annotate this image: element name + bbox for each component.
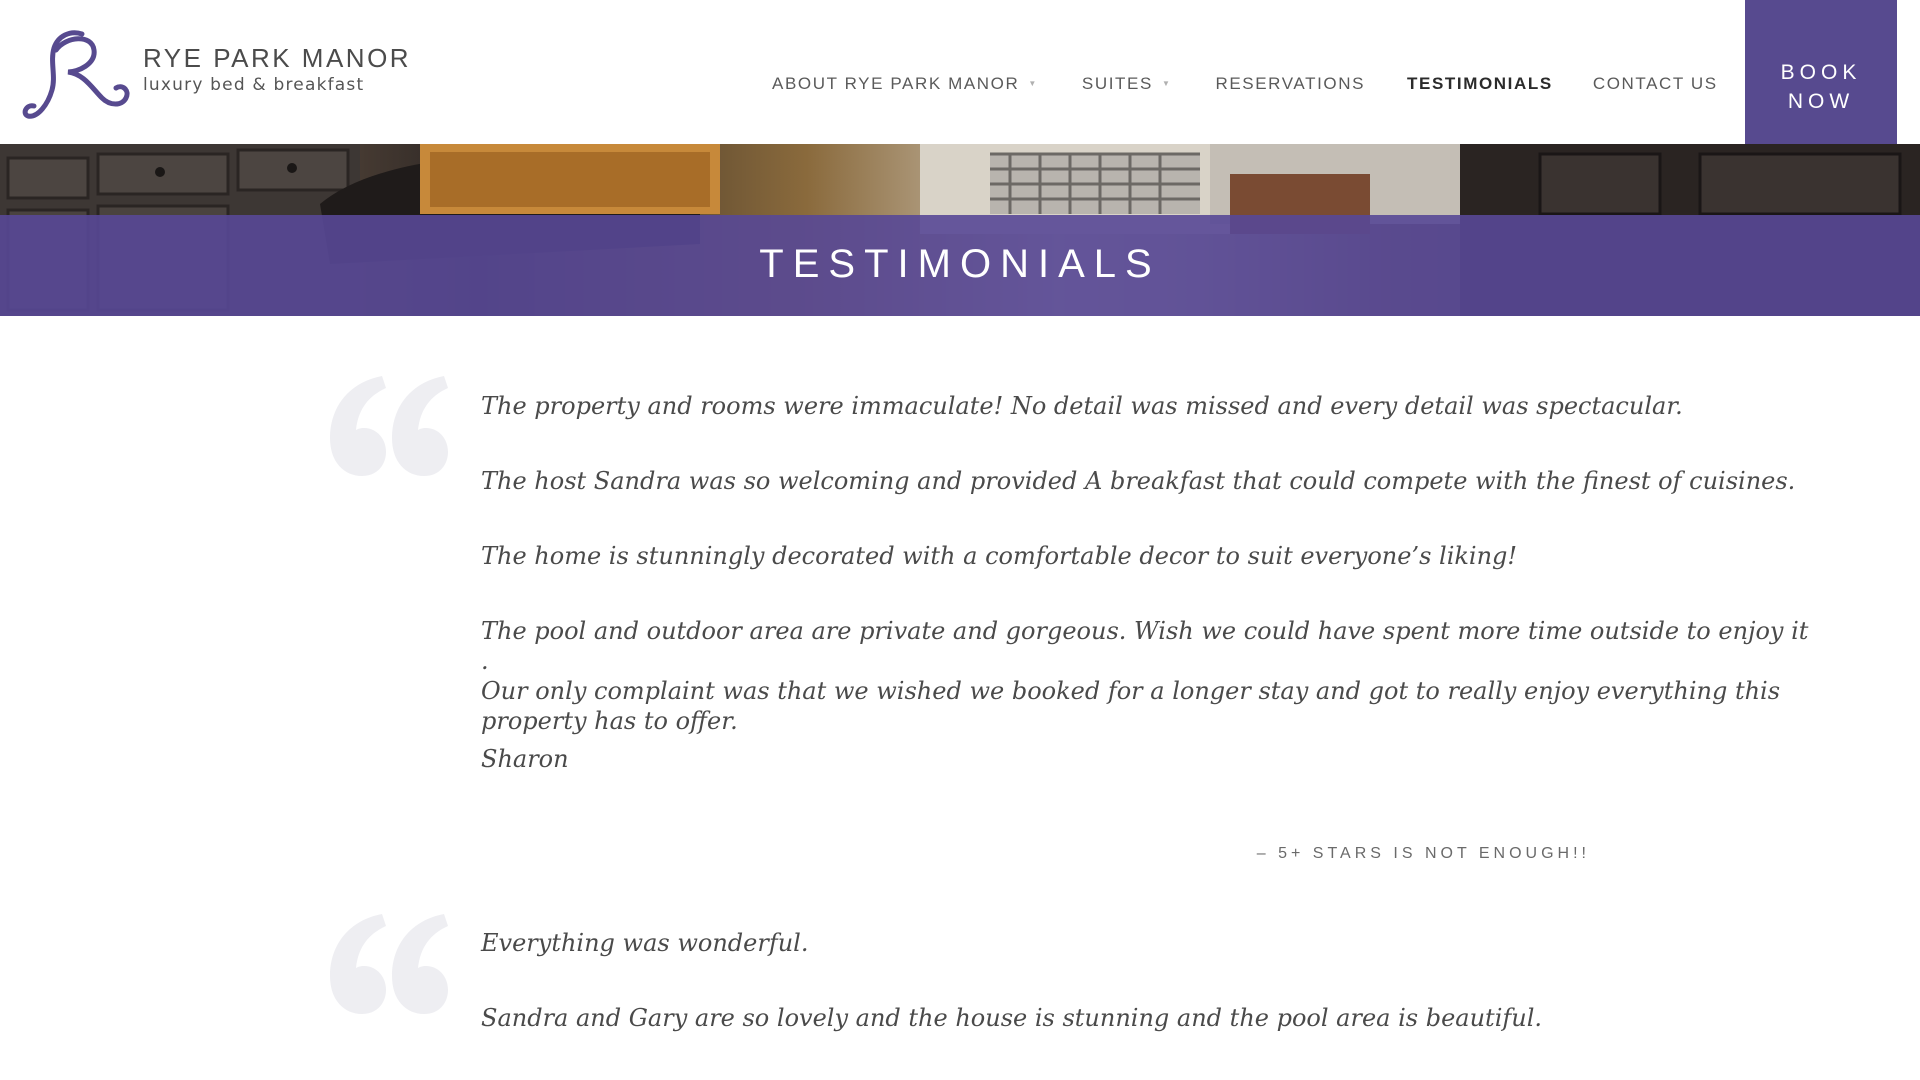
testimonial-line: The property and rooms were immaculate! …	[481, 392, 1683, 420]
nav-item-testimonials[interactable]: TESTIMONIALS	[1407, 74, 1553, 94]
quote-icon	[330, 376, 448, 476]
nav-item-contact[interactable]: CONTACT US	[1593, 74, 1718, 94]
testimonial-line: Sandra and Gary are so lovely and the ho…	[481, 1004, 1543, 1032]
page-banner: TESTIMONIALS	[0, 144, 1920, 316]
logo-monogram-icon	[22, 30, 130, 119]
book-now-label: BOOK NOW	[1745, 58, 1897, 116]
main-nav: ABOUT RYE PARK MANOR ▼ SUITES ▼ RESERVAT…	[772, 74, 1718, 94]
nav-item-reservations[interactable]: RESERVATIONS	[1215, 74, 1365, 94]
testimonial-author: Sharon	[481, 745, 569, 773]
nav-item-about[interactable]: ABOUT RYE PARK MANOR ▼	[772, 74, 1038, 94]
nav-item-about-label: ABOUT RYE PARK MANOR	[772, 74, 1020, 93]
testimonial-text: The property and rooms were immaculate! …	[481, 391, 1809, 774]
site-header: RYE PARK MANOR luxury bed & breakfast AB…	[0, 0, 1920, 192]
testimonial-attribution: – 5+ STARS IS NOT ENOUGH!!	[1256, 845, 1590, 862]
nav-item-suites[interactable]: SUITES ▼	[1082, 74, 1172, 94]
chevron-down-icon: ▼	[1161, 78, 1172, 88]
testimonial-line: The home is stunningly decorated with a …	[481, 542, 1518, 570]
book-now-line-1: BOOK	[1780, 61, 1862, 84]
testimonial-line: The pool and outdoor area are private an…	[481, 617, 1809, 645]
nav-item-testimonials-label: TESTIMONIALS	[1407, 74, 1553, 93]
testimonial-line: .	[481, 647, 489, 675]
testimonial-line: Everything was wonderful.	[481, 929, 809, 957]
brand-tagline: luxury bed & breakfast	[143, 75, 365, 95]
testimonial-line: The host Sandra was so welcoming and pro…	[481, 467, 1796, 495]
brand-name: RYE PARK MANOR	[143, 43, 412, 73]
testimonial-line: Our only complaint was that we wished we…	[481, 677, 1781, 705]
nav-item-suites-label: SUITES	[1081, 74, 1153, 93]
chevron-down-icon: ▼	[1028, 78, 1038, 88]
page-title: TESTIMONIALS	[759, 242, 1161, 286]
nav-item-contact-label: CONTACT US	[1592, 74, 1718, 93]
nav-item-reservations-label: RESERVATIONS	[1215, 74, 1366, 93]
testimonial-text: Everything was wonderful. Sandra and Gar…	[481, 928, 1591, 1033]
testimonial-line: property has to offer.	[481, 707, 738, 735]
book-now-line-2: NOW	[1787, 90, 1855, 113]
quote-icon	[330, 914, 448, 1014]
site-logo[interactable]: RYE PARK MANOR luxury bed & breakfast	[22, 28, 411, 122]
